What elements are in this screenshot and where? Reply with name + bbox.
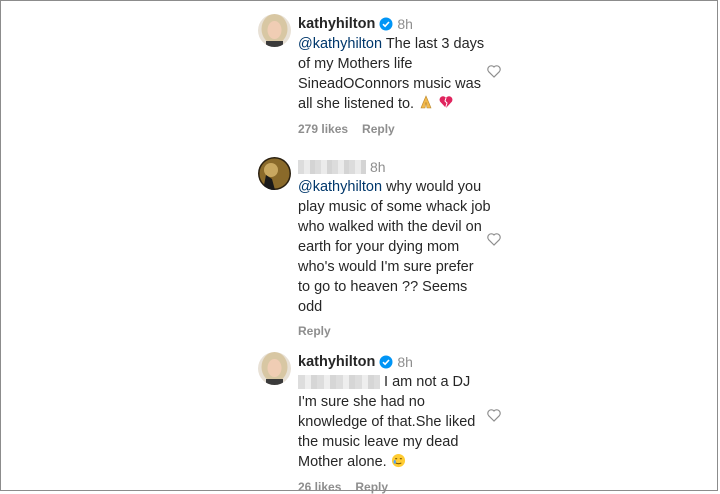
avatar[interactable] bbox=[258, 14, 291, 47]
blurred-mention bbox=[298, 375, 380, 390]
likes-count[interactable]: 26 likes bbox=[298, 480, 341, 494]
username[interactable]: kathyhilton bbox=[298, 354, 375, 370]
like-heart-icon[interactable] bbox=[486, 231, 502, 247]
reply-button[interactable]: Reply bbox=[355, 480, 388, 494]
verified-badge-icon bbox=[379, 355, 393, 369]
like-heart-icon[interactable] bbox=[486, 63, 502, 79]
comment-text: I am not a DJ I'm sure she had no knowle… bbox=[298, 374, 476, 470]
comment-text: @kathyhilton The last 3 days of my Mothe… bbox=[298, 36, 485, 112]
mention-link[interactable]: @kathyhilton bbox=[298, 179, 382, 195]
folded-hands-icon bbox=[420, 95, 432, 109]
mention-link[interactable]: @kathyhilton bbox=[298, 36, 382, 52]
comment-text: @kathyhilton why would you play music of… bbox=[298, 179, 491, 315]
username[interactable]: kathyhilton bbox=[298, 16, 375, 32]
blurred-username bbox=[298, 160, 366, 174]
reply-button[interactable]: Reply bbox=[362, 122, 395, 136]
timestamp: 8h bbox=[397, 16, 413, 32]
reply-button[interactable]: Reply bbox=[298, 324, 331, 338]
likes-count[interactable]: 279 likes bbox=[298, 122, 348, 136]
timestamp: 8h bbox=[397, 354, 413, 370]
avatar[interactable] bbox=[258, 157, 291, 190]
crying-face-icon bbox=[391, 453, 405, 468]
broken-heart-icon bbox=[439, 96, 453, 109]
timestamp: 8h bbox=[370, 159, 386, 175]
avatar[interactable] bbox=[258, 352, 291, 385]
verified-badge-icon bbox=[379, 17, 393, 31]
like-heart-icon[interactable] bbox=[486, 407, 502, 423]
